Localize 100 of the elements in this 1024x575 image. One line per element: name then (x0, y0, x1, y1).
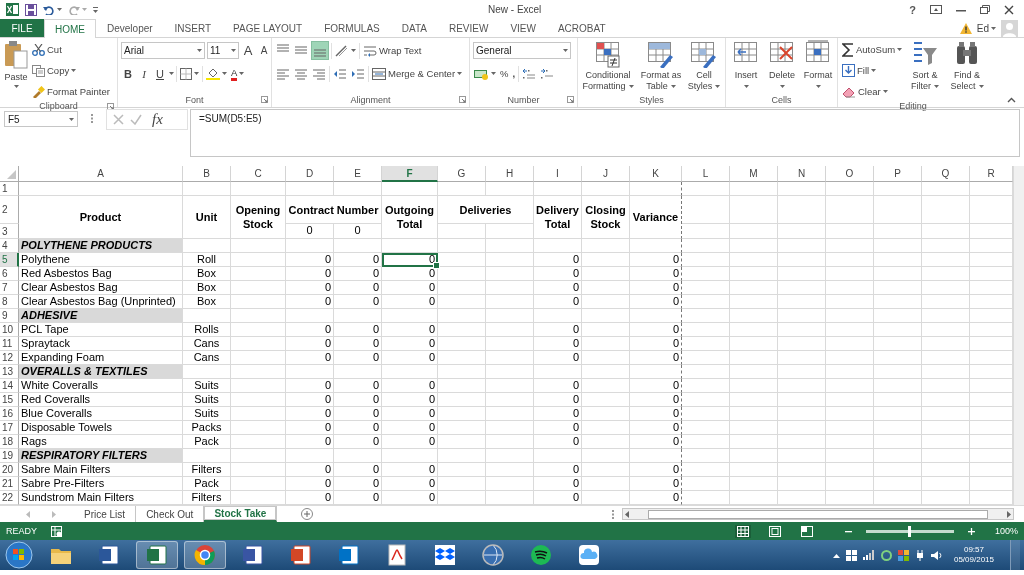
column-header[interactable]: C (231, 166, 286, 182)
plug-icon[interactable] (914, 549, 925, 561)
column-header[interactable]: O (826, 166, 874, 182)
bottom-align-button[interactable] (311, 41, 329, 60)
number-format-field[interactable]: General (473, 42, 571, 59)
app-tile-icon[interactable] (241, 543, 265, 567)
formula-field[interactable]: =SUM(D5:E5) (190, 109, 1020, 157)
empty-cell[interactable] (630, 182, 682, 196)
shrink-font-button[interactable]: A (257, 41, 271, 60)
row-header[interactable]: 17 (0, 421, 19, 435)
empty-cell[interactable] (630, 309, 682, 323)
redo-button[interactable] (68, 4, 87, 15)
undo-button[interactable] (43, 4, 62, 15)
enter-checkmark-icon[interactable] (130, 114, 142, 125)
row-header[interactable]: 15 (0, 393, 19, 407)
autosum-button[interactable]: AutoSum (841, 40, 904, 59)
bold-button[interactable]: B (121, 64, 135, 83)
column-header[interactable]: B (183, 166, 231, 182)
comma-style-button[interactable]: , (511, 64, 517, 83)
ribbon-tab[interactable]: Developer (96, 19, 164, 37)
column-header[interactable]: K (630, 166, 682, 182)
empty-cell[interactable] (630, 365, 682, 379)
scroll-left-icon[interactable] (625, 510, 629, 518)
format-painter-button[interactable]: Format Painter (31, 82, 111, 101)
column-header[interactable]: N (778, 166, 826, 182)
add-sheet-icon[interactable] (301, 508, 314, 520)
empty-cell[interactable] (630, 239, 682, 253)
column-header[interactable]: R (970, 166, 1013, 182)
column-header[interactable]: F (382, 166, 438, 182)
circle-logo-icon[interactable] (193, 543, 217, 567)
row-header[interactable]: 13 (0, 365, 19, 379)
merge-center-button[interactable]: Merge & Center (371, 64, 464, 83)
row-header[interactable]: 11 (0, 337, 19, 351)
name-box[interactable]: F5 (4, 111, 78, 127)
ribbon-tab[interactable]: DATA (390, 19, 438, 37)
wrap-text-button[interactable]: Wrap Text (362, 41, 423, 60)
row-header[interactable]: 6 (0, 267, 19, 281)
row-header[interactable]: 10 (0, 323, 19, 337)
column-header[interactable]: A (19, 166, 183, 182)
signal-bars-icon[interactable] (862, 550, 875, 560)
windows-flag-icon[interactable] (845, 549, 857, 561)
dialog-launcher-icon[interactable] (459, 96, 466, 103)
column-header[interactable]: G (438, 166, 486, 182)
row-header[interactable]: 4 (0, 239, 19, 253)
start-orb-icon[interactable] (4, 541, 34, 569)
ribbon-tab[interactable]: ACROBAT (546, 19, 617, 37)
sheet-tab[interactable]: Stock Take (204, 506, 278, 522)
app-tile-icon[interactable] (145, 543, 169, 567)
format-as-table-button[interactable]: Format as Table (637, 40, 685, 92)
ribbon-tab[interactable]: REVIEW (437, 19, 500, 37)
column-header[interactable]: I (534, 166, 582, 182)
empty-cell[interactable] (630, 449, 682, 463)
cancel-icon[interactable] (113, 114, 124, 125)
row-header[interactable]: 22 (0, 491, 19, 505)
ribbon-tab[interactable]: PAGE LAYOUT (222, 19, 314, 37)
column-header[interactable]: M (730, 166, 778, 182)
row-header[interactable]: 12 (0, 351, 19, 365)
horizontal-scrollbar[interactable] (622, 508, 1014, 520)
row-header[interactable]: 1 (0, 182, 19, 196)
ribbon-tab[interactable]: FORMULAS (313, 19, 391, 37)
dialog-launcher-icon[interactable] (261, 96, 268, 103)
file-tab[interactable]: FILE (0, 19, 44, 37)
row-header[interactable]: 21 (0, 477, 19, 491)
restore-icon[interactable] (980, 5, 990, 14)
delete-button[interactable]: Delete (765, 40, 799, 88)
page-break-button[interactable] (798, 524, 815, 538)
dialog-launcher-icon[interactable] (567, 96, 574, 103)
account-menu[interactable]: Ed (976, 22, 996, 34)
cell-styles-button[interactable]: Cell Styles (687, 40, 721, 92)
cut-button[interactable]: Cut (31, 40, 111, 59)
row-header[interactable]: 16 (0, 407, 19, 421)
row-header[interactable]: 3 (0, 224, 19, 239)
normal-view-button[interactable] (734, 524, 751, 538)
help-button[interactable]: ? (909, 3, 916, 16)
row-header[interactable]: 14 (0, 379, 19, 393)
column-header[interactable]: Q (922, 166, 970, 182)
vertical-scrollbar[interactable] (1013, 166, 1024, 505)
page-layout-button[interactable] (766, 524, 783, 538)
column-header[interactable]: P (874, 166, 922, 182)
column-header[interactable]: H (486, 166, 534, 182)
underline-button[interactable]: U (153, 64, 167, 83)
format-button[interactable]: Format (801, 40, 835, 88)
grow-font-button[interactable]: A (241, 41, 255, 60)
row-header[interactable]: 9 (0, 309, 19, 323)
select-all-icon[interactable] (7, 170, 16, 179)
ribbon-tab[interactable]: INSERT (163, 19, 223, 37)
slider-thumb[interactable] (908, 525, 912, 537)
app-tile-icon[interactable] (337, 543, 361, 567)
row-header[interactable]: 2 (0, 196, 19, 224)
zoom-in-icon[interactable] (967, 527, 975, 535)
column-header[interactable]: J (582, 166, 630, 182)
ribbon-display-icon[interactable] (930, 5, 942, 14)
fill-button[interactable]: Fill (841, 61, 904, 80)
dialog-launcher-icon[interactable] (107, 102, 114, 110)
globe-icon[interactable] (481, 543, 505, 567)
sort-filter-button[interactable]: Sort & Filter (905, 40, 946, 92)
column-header[interactable]: L (682, 166, 730, 182)
find-select-button[interactable]: Find & Select (947, 40, 988, 92)
clear-button[interactable]: Clear (841, 82, 904, 101)
app-tile-icon[interactable] (289, 543, 313, 567)
